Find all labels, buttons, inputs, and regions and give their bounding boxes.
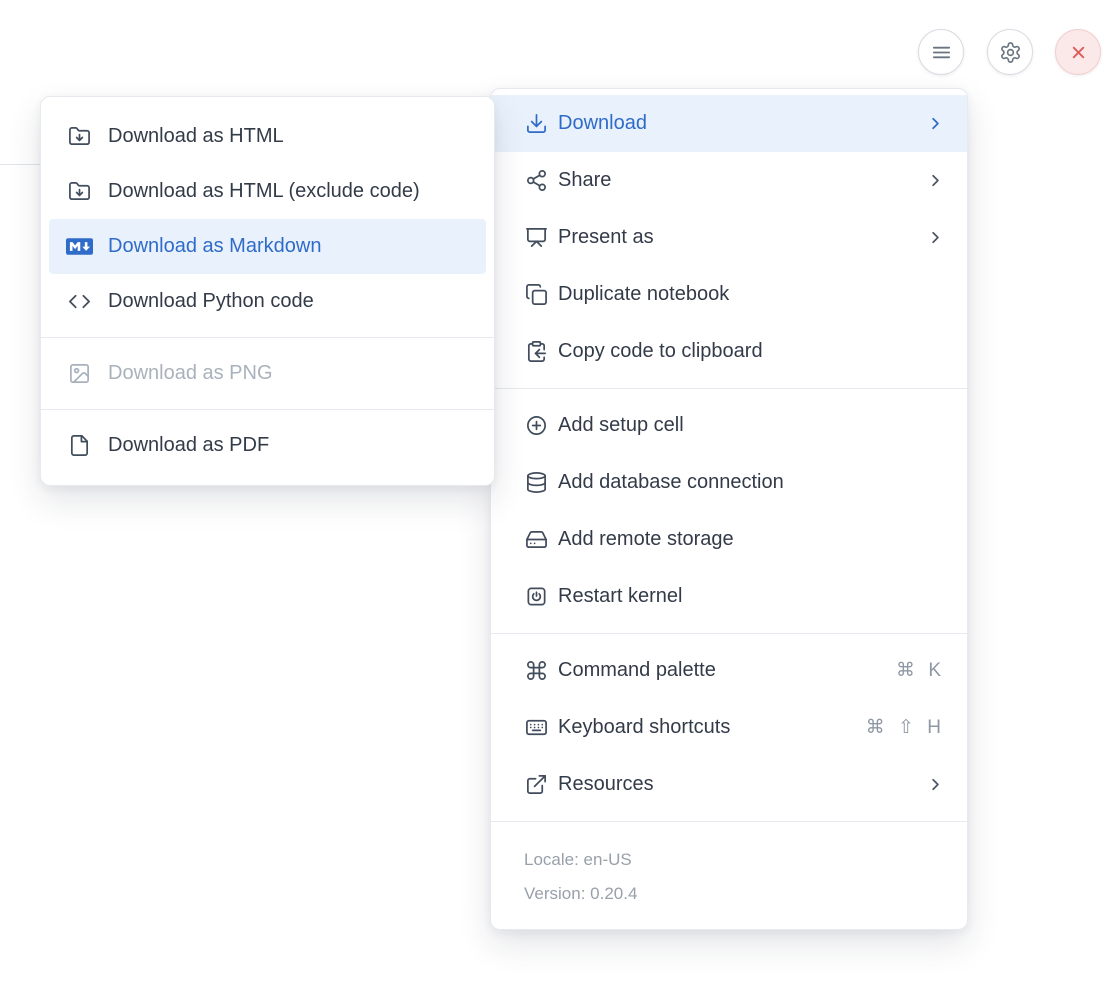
locale-text: Locale: en-US [524,843,934,877]
gear-icon [999,41,1022,64]
download-submenu: Download as HTML Download as HTML (exclu… [40,96,495,486]
clipboard-copy-icon [524,340,548,364]
menu-item-duplicate-notebook[interactable]: Duplicate notebook [491,266,967,323]
keyboard-shortcut: ⌘ K [896,659,945,682]
close-button[interactable] [1055,29,1101,75]
keyboard-icon [524,716,548,740]
version-text: Version: 0.20.4 [524,877,934,911]
download-icon [524,112,548,136]
settings-button[interactable] [987,29,1033,75]
menu-item-keyboard-shortcuts[interactable]: Keyboard shortcuts ⌘ ⇧ H [491,699,967,756]
menu-item-copy-code[interactable]: Copy code to clipboard [491,323,967,380]
menu-item-label: Share [558,169,926,192]
page-edge-divider [0,164,40,165]
menu-separator [41,409,494,410]
plus-circle-icon [524,414,548,438]
menu-item-download-as-markdown[interactable]: Download as Markdown [49,219,486,274]
menu-item-restart-kernel[interactable]: Restart kernel [491,568,967,625]
menu-footer: Locale: en-US Version: 0.20.4 [491,830,967,929]
image-icon [66,362,93,386]
markdown-icon [66,235,93,259]
menu-item-add-remote-storage[interactable]: Add remote storage [491,511,967,568]
notebook-menu-button[interactable] [918,29,964,75]
menu-item-download-as-html-exclude-code[interactable]: Download as HTML (exclude code) [41,164,494,219]
menu-item-label: Add database connection [558,471,945,494]
menu-item-label: Download Python code [108,290,474,313]
menu-item-download[interactable]: Download [491,95,967,152]
menu-item-resources[interactable]: Resources [491,756,967,813]
menu-separator [491,633,967,634]
menu-item-label: Resources [558,773,926,796]
menu-item-label: Command palette [558,659,896,682]
duplicate-icon [524,283,548,307]
command-icon [524,659,548,683]
menu-item-label: Download as HTML (exclude code) [108,180,474,203]
chevron-right-icon [926,171,945,190]
menu-item-download-as-png[interactable]: Download as PNG [41,346,494,401]
menu-item-label: Present as [558,226,926,249]
menu-item-download-as-pdf[interactable]: Download as PDF [41,418,494,473]
menu-item-label: Download as HTML [108,125,474,148]
chevron-right-icon [926,775,945,794]
menu-item-label: Copy code to clipboard [558,340,945,363]
chevron-right-icon [926,114,945,133]
menu-separator [41,337,494,338]
menu-item-download-python-code[interactable]: Download Python code [41,274,494,329]
power-icon [524,585,548,609]
menu-item-label: Download as Markdown [108,235,474,258]
folder-download-icon [66,180,93,204]
code-icon [66,290,93,314]
notebook-actions-menu: Download Share Present as Duplicate note… [490,88,968,930]
menu-item-label: Add setup cell [558,414,945,437]
hard-drive-icon [524,528,548,552]
keyboard-shortcut: ⌘ ⇧ H [866,716,945,739]
folder-download-icon [66,125,93,149]
menu-separator [491,388,967,389]
menu-item-command-palette[interactable]: Command palette ⌘ K [491,642,967,699]
menu-item-label: Download [558,112,926,135]
menu-item-label: Keyboard shortcuts [558,716,866,739]
external-link-icon [524,773,548,797]
menu-item-add-database-connection[interactable]: Add database connection [491,454,967,511]
file-icon [66,434,93,458]
menu-item-label: Restart kernel [558,585,945,608]
menu-separator [491,821,967,822]
menu-item-label: Add remote storage [558,528,945,551]
presentation-icon [524,226,548,250]
menu-item-download-as-html[interactable]: Download as HTML [41,109,494,164]
menu-item-add-setup-cell[interactable]: Add setup cell [491,397,967,454]
menu-item-label: Download as PDF [108,434,474,457]
share-icon [524,169,548,193]
hamburger-menu-icon [930,41,953,64]
menu-item-share[interactable]: Share [491,152,967,209]
database-icon [524,471,548,495]
close-icon [1067,41,1090,64]
menu-item-present-as[interactable]: Present as [491,209,967,266]
menu-item-label: Duplicate notebook [558,283,945,306]
chevron-right-icon [926,228,945,247]
menu-item-label: Download as PNG [108,362,474,385]
